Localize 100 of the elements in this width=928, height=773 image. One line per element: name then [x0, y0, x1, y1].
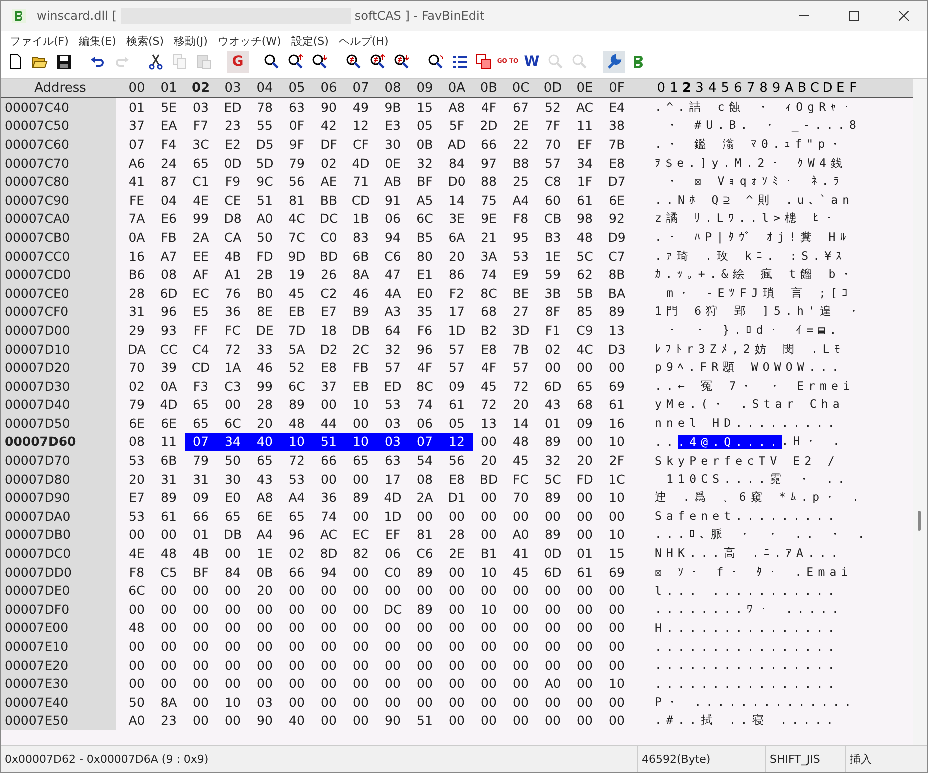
hex-byte[interactable]: 79: [185, 451, 217, 470]
hex-byte[interactable]: 00: [473, 526, 505, 544]
hex-byte[interactable]: 00: [601, 693, 633, 712]
hex-byte[interactable]: 00: [569, 432, 601, 452]
hex-byte[interactable]: 00: [537, 712, 569, 730]
hex-byte[interactable]: 00: [281, 674, 313, 693]
hex-byte[interactable]: CB: [537, 210, 569, 228]
hex-byte[interactable]: 00: [409, 581, 441, 600]
hex-byte[interactable]: 03: [377, 432, 409, 452]
hex-byte[interactable]: 57: [441, 358, 473, 377]
hex-byte[interactable]: 72: [217, 340, 249, 358]
hex-byte[interactable]: FD: [569, 470, 601, 488]
hex-byte[interactable]: 97: [473, 154, 505, 172]
hex-byte[interactable]: 04: [153, 190, 185, 210]
hex-byte[interactable]: 00: [601, 637, 633, 656]
hex-byte[interactable]: 4F: [409, 358, 441, 377]
hex-byte[interactable]: 05: [409, 116, 441, 136]
hex-byte[interactable]: 00: [441, 674, 473, 693]
hex-byte[interactable]: 78: [249, 98, 281, 117]
hex-byte[interactable]: 34: [217, 432, 249, 452]
hex-byte[interactable]: 00: [121, 637, 153, 656]
hex-byte[interactable]: B2: [473, 321, 505, 340]
hex-byte[interactable]: 36: [217, 302, 249, 322]
menu-item[interactable]: 移動(J): [169, 34, 213, 48]
hex-byte[interactable]: FE: [121, 190, 153, 210]
hex-byte[interactable]: 00: [409, 656, 441, 674]
hex-byte[interactable]: 00: [313, 656, 345, 674]
hex-byte[interactable]: D1: [441, 488, 473, 508]
hex-byte[interactable]: 00: [473, 488, 505, 508]
hex-byte[interactable]: C2: [313, 284, 345, 303]
hex-byte[interactable]: 00: [345, 712, 377, 730]
hex-byte[interactable]: 89: [537, 526, 569, 544]
hex-byte[interactable]: FC: [217, 321, 249, 340]
hex-byte[interactable]: 00: [217, 396, 249, 414]
hex-byte[interactable]: 79: [121, 396, 153, 414]
hex-byte[interactable]: 00: [569, 581, 601, 600]
hex-byte[interactable]: 45: [505, 562, 537, 582]
hex-byte[interactable]: 00: [281, 637, 313, 656]
hex-byte[interactable]: A4: [505, 190, 537, 210]
hex-byte[interactable]: E0: [217, 488, 249, 508]
hex-byte[interactable]: 20: [249, 414, 281, 433]
hex-byte[interactable]: 6E: [121, 414, 153, 433]
hex-byte[interactable]: 00: [601, 600, 633, 619]
hex-byte[interactable]: 00: [217, 581, 249, 600]
hex-byte[interactable]: 31: [153, 470, 185, 488]
hex-byte[interactable]: 00: [441, 637, 473, 656]
hex-byte[interactable]: A0: [249, 210, 281, 228]
hex-byte[interactable]: 48: [569, 228, 601, 247]
hex-byte[interactable]: 4F: [473, 358, 505, 377]
hex-byte[interactable]: 28: [441, 526, 473, 544]
hex-byte[interactable]: 6C: [409, 210, 441, 228]
hex-byte[interactable]: 00: [249, 674, 281, 693]
toolbar-button[interactable]: G: [227, 51, 249, 73]
hex-byte[interactable]: 52: [537, 98, 569, 117]
hex-byte[interactable]: 22: [505, 135, 537, 154]
hex-byte[interactable]: 10: [473, 600, 505, 619]
hex-byte[interactable]: 00: [217, 600, 249, 619]
hex-byte[interactable]: 53: [281, 470, 313, 488]
hex-byte[interactable]: 00: [569, 674, 601, 693]
hex-byte[interactable]: 00: [377, 581, 409, 600]
hex-byte[interactable]: 62: [569, 265, 601, 284]
hex-byte[interactable]: 5E: [153, 98, 185, 117]
hex-byte[interactable]: 00: [505, 637, 537, 656]
hex-byte[interactable]: 00: [505, 581, 537, 600]
hex-byte[interactable]: F1: [537, 321, 569, 340]
menu-item[interactable]: 検索(S): [121, 34, 170, 48]
hex-byte[interactable]: F6: [409, 321, 441, 340]
hex-byte[interactable]: 00: [281, 656, 313, 674]
hex-byte[interactable]: 6E: [249, 507, 281, 526]
hex-byte[interactable]: 65: [185, 396, 217, 414]
hex-byte[interactable]: 00: [537, 358, 569, 377]
hex-byte[interactable]: 90: [313, 98, 345, 117]
hex-byte[interactable]: 00: [569, 507, 601, 526]
hex-byte[interactable]: 1A: [217, 358, 249, 377]
hex-byte[interactable]: 4A: [377, 284, 409, 303]
hex-byte[interactable]: 65: [217, 507, 249, 526]
hex-byte[interactable]: CA: [217, 228, 249, 247]
hex-byte[interactable]: AB: [377, 172, 409, 191]
hex-byte[interactable]: 06: [377, 210, 409, 228]
hex-byte[interactable]: 89: [601, 302, 633, 322]
hex-byte[interactable]: 9E: [473, 210, 505, 228]
hex-byte[interactable]: 68: [473, 302, 505, 322]
hex-byte[interactable]: 00: [505, 656, 537, 674]
hex-byte[interactable]: 00: [345, 507, 377, 526]
hex-byte[interactable]: 00: [121, 656, 153, 674]
settings-button[interactable]: [603, 51, 625, 73]
hex-byte[interactable]: 16: [121, 246, 153, 266]
hex-byte[interactable]: 72: [473, 396, 505, 414]
hex-byte[interactable]: 53: [121, 451, 153, 470]
hex-byte[interactable]: EF: [377, 526, 409, 544]
hex-byte[interactable]: 00: [409, 674, 441, 693]
hex-byte[interactable]: 53: [121, 507, 153, 526]
hex-byte[interactable]: 00: [185, 581, 217, 600]
hex-byte[interactable]: 11: [153, 432, 185, 452]
hex-byte[interactable]: 2C: [345, 340, 377, 358]
hex-byte[interactable]: CE: [217, 190, 249, 210]
hex-byte[interactable]: 0E: [377, 154, 409, 172]
hex-byte[interactable]: F8: [505, 210, 537, 228]
hex-byte[interactable]: E8: [601, 154, 633, 172]
hex-byte[interactable]: EB: [345, 376, 377, 396]
